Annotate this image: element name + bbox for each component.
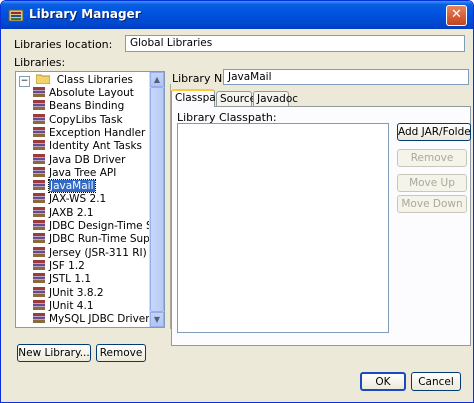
remove-jar-button[interactable]: Remove: [397, 149, 467, 167]
scroll-up-arrow-icon[interactable]: ▲: [150, 72, 164, 87]
library-books-icon: [33, 140, 45, 151]
tree-item-label: Beans Binding: [49, 100, 125, 113]
library-books-icon: [33, 100, 45, 111]
library-books-icon: [33, 126, 45, 137]
library-books-icon: [33, 246, 45, 257]
tree-item[interactable]: JAXB 2.1: [33, 206, 94, 220]
tree-item-label: JAX-WS 2.1: [49, 193, 107, 206]
libraries-location-label: Libraries location:: [14, 38, 113, 51]
tree-item[interactable]: Beans Binding: [33, 100, 124, 113]
ok-button[interactable]: OK: [360, 372, 406, 391]
library-books-icon: [33, 180, 45, 191]
tree-item[interactable]: Absolute Layout: [33, 87, 134, 100]
tree-item[interactable]: Identity Ant Tasks: [33, 140, 142, 153]
tree-item[interactable]: MySQL JDBC Driver: [33, 313, 150, 326]
library-books-icon: [33, 193, 45, 204]
tree-item-label: JUnit 3.8.2: [49, 286, 104, 299]
library-books-icon: [33, 259, 45, 270]
library-books-icon: [33, 299, 45, 310]
tree-item[interactable]: Java DB Driver: [33, 153, 126, 167]
tree-item-label: JAXB 2.1: [49, 206, 94, 219]
collapse-toggle-icon[interactable]: −: [19, 76, 30, 87]
library-books-icon: [33, 273, 45, 284]
tree-item-label: Java DB Driver: [49, 153, 126, 166]
tree-item-label: MySQL JDBC Driver: [49, 313, 150, 326]
tree-item-label: JavaMail: [48, 179, 96, 194]
scroll-down-arrow-icon[interactable]: ▼: [150, 312, 164, 327]
tree-item-label: Absolute Layout: [49, 87, 134, 99]
scrollbar-thumb[interactable]: [150, 87, 164, 312]
tree-item[interactable]: Jersey (JSR-311 RI) Libraries: [33, 246, 164, 260]
tree-item-label: JDBC Design-Time Support - I: [49, 220, 164, 232]
move-down-button[interactable]: Move Down: [397, 195, 467, 213]
add-jar-folder-button[interactable]: Add JAR/Folder...: [397, 123, 471, 141]
library-books-icon: [33, 87, 45, 97]
move-up-button[interactable]: Move Up: [397, 174, 467, 192]
libraries-location-field[interactable]: Global Libraries: [125, 35, 465, 52]
tree-item[interactable]: JSTL 1.1: [33, 273, 91, 286]
close-icon[interactable]: ✕: [446, 5, 467, 26]
tree-item-label: CopyLibs Task: [49, 113, 123, 126]
tree-item-label: JDBC Run-Time Support - Dep: [49, 233, 164, 246]
tab-sources[interactable]: Sources: [216, 91, 262, 106]
library-books-icon: [33, 233, 45, 244]
tree-item[interactable]: JAX-WS 2.1: [33, 193, 106, 206]
title-bar[interactable]: Library Manager ✕: [1, 1, 473, 29]
tree-root-label: Class Libraries: [56, 74, 133, 86]
libraries-scrollbar[interactable]: ▲ ▼: [149, 72, 164, 327]
library-books-icon: [33, 220, 45, 230]
tree-item-label: Java Tree API: [49, 166, 117, 179]
tree-item[interactable]: JUnit 4.1: [33, 299, 94, 313]
tree-item-label: Exception Handler: [49, 126, 146, 139]
tree-item-label: JUnit 4.1: [49, 299, 94, 312]
library-books-icon: [33, 313, 45, 324]
tree-item[interactable]: JDBC Run-Time Support - Dep: [33, 233, 164, 246]
tree-item-label: JSF 1.2: [49, 259, 85, 272]
cancel-button[interactable]: Cancel: [411, 372, 461, 391]
library-books-icon: [33, 113, 45, 124]
tree-item[interactable]: JSF 1.2: [33, 259, 85, 273]
new-library-button[interactable]: New Library...: [17, 344, 91, 362]
tree-item-label: Identity Ant Tasks: [49, 140, 143, 153]
tree-item[interactable]: JUnit 3.8.2: [33, 286, 104, 300]
tree-item[interactable]: JDBC Design-Time Support - I: [33, 220, 164, 233]
tree-item-label: JSTL 1.1: [49, 273, 92, 286]
library-books-icon: [33, 286, 45, 297]
tab-classpath[interactable]: Classpath: [171, 89, 227, 107]
tree-item-label: Jersey (JSR-311 RI) Libraries: [49, 246, 164, 259]
tab-javadoc[interactable]: Javadoc: [253, 91, 298, 106]
tree-root-class-libraries[interactable]: − Class Libraries: [19, 74, 133, 87]
library-manager-icon: [8, 9, 24, 22]
library-books-icon: [33, 206, 45, 217]
tree-item[interactable]: JavaMail: [33, 179, 96, 194]
library-manager-window: Library Manager ✕ Libraries location: Gl…: [0, 0, 474, 403]
classpath-list[interactable]: [177, 123, 389, 333]
library-books-icon: [33, 153, 45, 164]
window-title: Library Manager: [29, 7, 141, 21]
tree-item[interactable]: Java Tree API: [33, 166, 117, 180]
folder-icon: [35, 74, 51, 85]
libraries-label: Libraries:: [14, 56, 66, 69]
library-name-field[interactable]: JavaMail: [223, 69, 469, 85]
tree-item[interactable]: Exception Handler: [33, 126, 146, 140]
libraries-tree[interactable]: − Class Libraries Absolute Layout Beans B…: [15, 71, 165, 328]
library-books-icon: [33, 166, 45, 177]
tree-item[interactable]: CopyLibs Task: [33, 113, 123, 127]
remove-library-button[interactable]: Remove: [96, 344, 146, 362]
